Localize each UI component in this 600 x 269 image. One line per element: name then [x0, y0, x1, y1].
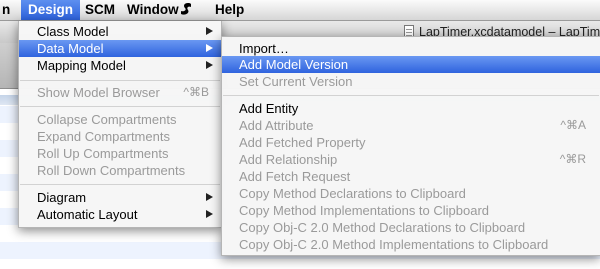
menu-item-class-model[interactable]: Class Model	[19, 23, 221, 40]
menu-item-label: Add Relationship	[239, 152, 338, 167]
menu-item-label: Add Model Version	[239, 57, 349, 72]
submenu-arrow-icon	[206, 61, 213, 69]
menu-separator	[223, 95, 599, 96]
menu-item-label: Data Model	[37, 41, 104, 56]
menu-item-label: Diagram	[37, 190, 87, 205]
menubar-item-partial[interactable]: n	[0, 0, 17, 20]
menu-item-label: Roll Up Compartments	[37, 146, 169, 161]
menu-item-mapping-model[interactable]: Mapping Model	[19, 57, 221, 74]
submenu-arrow-icon	[206, 44, 213, 52]
menu-item-add-relationship[interactable]: Add Relationship ^⌘R	[222, 151, 600, 168]
menubar-item-design[interactable]: Design	[21, 0, 81, 20]
menu-item-label: Set Current Version	[239, 74, 353, 89]
menu-item-label: Automatic Layout	[37, 207, 138, 222]
menu-item-data-model[interactable]: Data Model	[19, 40, 221, 57]
menu-item-label: Class Model	[37, 24, 109, 39]
menu-item-add-fetched-property[interactable]: Add Fetched Property	[222, 134, 600, 151]
menu-item-diagram[interactable]: Diagram	[19, 189, 221, 206]
menubar-item-help[interactable]: Help	[208, 0, 251, 20]
design-menu: Class Model Data Model Mapping Model Sho…	[18, 21, 222, 228]
menu-item-shortcut: ^⌘B	[183, 85, 209, 99]
menu-item-label: Mapping Model	[37, 58, 126, 73]
menu-item-roll-down-compartments[interactable]: Roll Down Compartments	[19, 162, 221, 179]
menu-item-copy-method-declarations[interactable]: Copy Method Declarations to Clipboard	[222, 185, 600, 202]
menubar: n Design SCM Window Help	[0, 0, 600, 21]
menu-item-add-attribute[interactable]: Add Attribute ^⌘A	[222, 117, 600, 134]
menu-item-automatic-layout[interactable]: Automatic Layout	[19, 206, 221, 223]
menu-item-label: Collapse Compartments	[37, 112, 177, 127]
menu-item-import[interactable]: Import…	[222, 40, 600, 57]
menu-item-label: Roll Down Compartments	[37, 163, 186, 178]
menu-separator	[20, 106, 220, 107]
menu-item-label: Expand Compartments	[37, 129, 170, 144]
menu-item-add-fetch-request[interactable]: Add Fetch Request	[222, 168, 600, 185]
menu-separator	[20, 184, 220, 185]
menu-item-roll-up-compartments[interactable]: Roll Up Compartments	[19, 145, 221, 162]
menu-item-collapse-compartments[interactable]: Collapse Compartments	[19, 111, 221, 128]
submenu-arrow-icon	[206, 210, 213, 218]
menu-item-copy-objc2-method-declarations[interactable]: Copy Obj-C 2.0 Method Declarations to Cl…	[222, 219, 600, 236]
menu-item-copy-method-implementations[interactable]: Copy Method Implementations to Clipboard	[222, 202, 600, 219]
menu-item-label: Add Fetched Property	[239, 135, 366, 150]
menubar-item-scm[interactable]: SCM	[78, 0, 122, 20]
menu-item-shortcut: ^⌘R	[559, 152, 586, 166]
menu-item-copy-objc2-method-implementations[interactable]: Copy Obj-C 2.0 Method Implementations to…	[222, 236, 600, 253]
menu-item-label: Show Model Browser	[37, 85, 160, 100]
menu-item-label: Add Attribute	[239, 118, 314, 133]
menu-item-label: Add Fetch Request	[239, 169, 351, 184]
menu-item-add-model-version[interactable]: Add Model Version	[222, 56, 600, 73]
script-menu-icon[interactable]	[172, 0, 200, 20]
menu-item-expand-compartments[interactable]: Expand Compartments	[19, 128, 221, 145]
menu-item-label: Copy Method Implementations to Clipboard	[239, 203, 490, 218]
menu-item-label: Import…	[239, 41, 289, 56]
menu-item-add-entity[interactable]: Add Entity	[222, 100, 600, 117]
menu-item-label: Copy Method Declarations to Clipboard	[239, 186, 466, 201]
data-model-submenu: Import… Add Model Version Set Current Ve…	[221, 36, 600, 256]
menu-separator	[20, 80, 220, 81]
menu-item-show-model-browser[interactable]: Show Model Browser ^⌘B	[19, 84, 221, 101]
menu-item-set-current-version[interactable]: Set Current Version	[222, 73, 600, 90]
menu-item-shortcut: ^⌘A	[560, 118, 586, 132]
submenu-arrow-icon	[206, 27, 213, 35]
submenu-arrow-icon	[206, 193, 213, 201]
menu-item-label: Copy Obj-C 2.0 Method Implementations to…	[239, 237, 549, 252]
menu-item-label: Copy Obj-C 2.0 Method Declarations to Cl…	[239, 220, 526, 235]
menu-item-label: Add Entity	[239, 101, 299, 116]
